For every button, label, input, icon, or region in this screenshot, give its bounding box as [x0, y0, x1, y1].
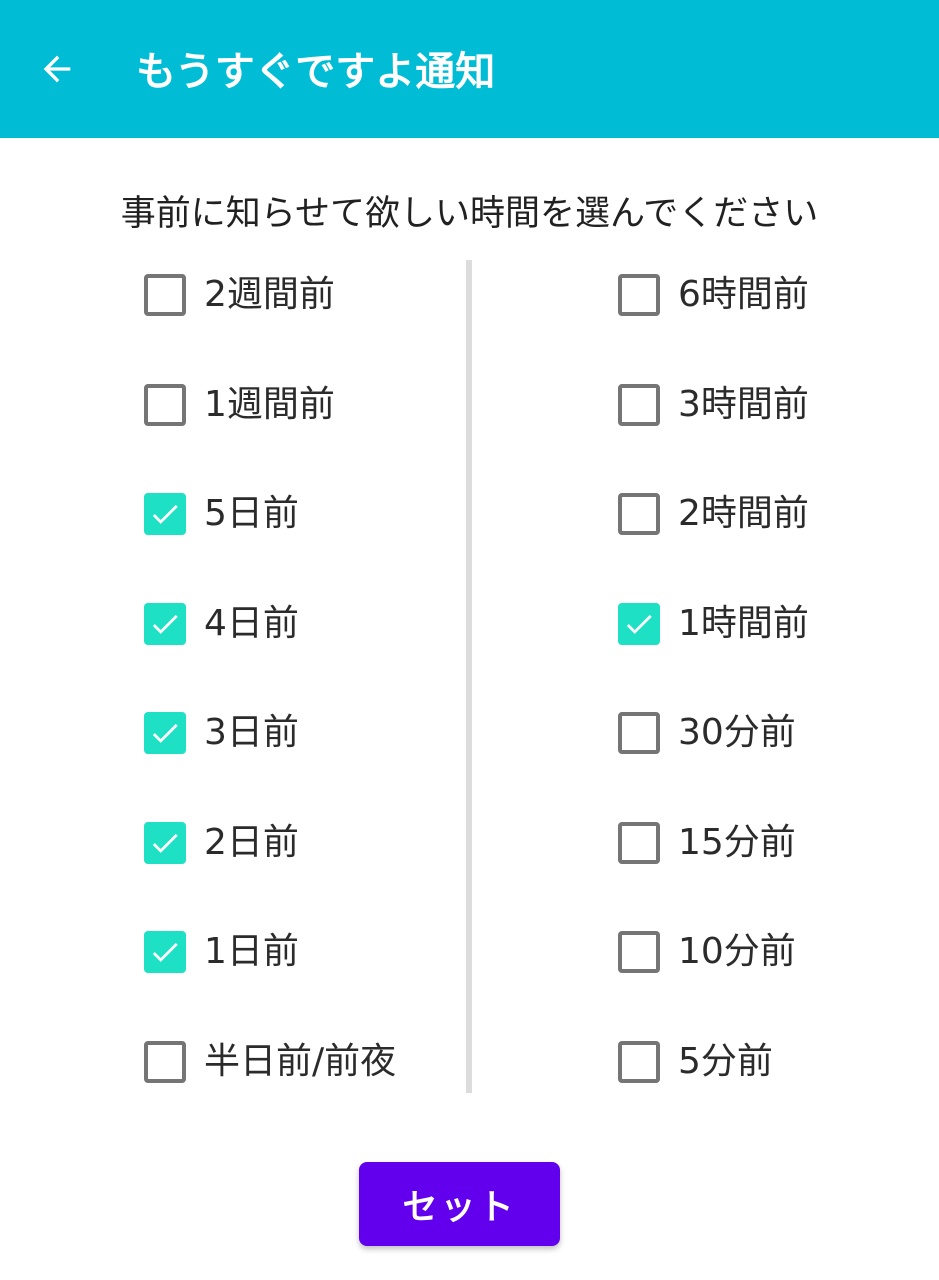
checkbox-unchecked[interactable]: [144, 274, 186, 316]
checkbox-unchecked[interactable]: [618, 383, 660, 426]
option-label: 1日前: [204, 931, 299, 972]
check-icon: [626, 614, 652, 634]
column-divider: [466, 260, 472, 1093]
option-label: 2時間前: [678, 493, 809, 534]
checkbox-unchecked[interactable]: [618, 493, 660, 535]
option-label: 1時間前: [678, 602, 809, 644]
option-label: 1週間前: [204, 383, 335, 425]
option-checkbox-row[interactable]: 3時間前: [618, 350, 809, 460]
checkbox-checked[interactable]: [618, 602, 660, 645]
option-checkbox-row[interactable]: 15分前: [618, 788, 796, 898]
option-checkbox-row[interactable]: 3日前: [144, 678, 299, 788]
checkbox-unchecked[interactable]: [144, 383, 186, 426]
option-label: 3時間前: [678, 383, 809, 425]
option-label: 2日前: [204, 821, 299, 863]
option-label: 10分前: [678, 931, 796, 972]
page-title: もうすぐですよ通知: [136, 49, 496, 95]
option-label: 3日前: [204, 712, 299, 753]
checkbox-checked[interactable]: [144, 602, 186, 645]
option-label: 半日前/前夜: [204, 1040, 397, 1082]
checkbox-unchecked[interactable]: [618, 712, 660, 754]
checkbox-unchecked[interactable]: [144, 1040, 186, 1083]
option-label: 2週間前: [204, 274, 335, 315]
option-checkbox-row[interactable]: 6時間前: [618, 240, 809, 350]
option-checkbox-row[interactable]: 1週間前: [144, 350, 335, 460]
checkbox-unchecked[interactable]: [618, 274, 660, 316]
option-checkbox-row[interactable]: 5日前: [144, 459, 299, 569]
checkbox-unchecked[interactable]: [618, 821, 660, 864]
option-checkbox-row[interactable]: 4日前: [144, 569, 299, 679]
option-checkbox-row[interactable]: 2時間前: [618, 459, 809, 569]
checkbox-checked[interactable]: [144, 493, 186, 535]
option-checkbox-row[interactable]: 1日前: [144, 897, 299, 1007]
option-checkbox-row[interactable]: 2日前: [144, 788, 299, 898]
check-icon: [152, 942, 178, 962]
option-label: 5分前: [678, 1040, 773, 1082]
check-icon: [152, 614, 178, 634]
option-label: 6時間前: [678, 274, 809, 315]
option-label: 5日前: [204, 493, 299, 534]
arrow-left-icon: [43, 55, 71, 83]
checkbox-checked[interactable]: [144, 712, 186, 754]
instruction-text: 事前に知らせて欲しい時間を選んでください: [120, 194, 819, 234]
option-checkbox-row[interactable]: 半日前/前夜: [144, 1007, 396, 1117]
option-label: 4日前: [204, 602, 299, 644]
option-checkbox-row[interactable]: 2週間前: [144, 240, 335, 350]
option-checkbox-row[interactable]: 10分前: [618, 897, 796, 1007]
checkbox-checked[interactable]: [144, 931, 186, 973]
set-button[interactable]: セット: [359, 1162, 560, 1246]
back-button[interactable]: [28, 40, 86, 98]
option-checkbox-row[interactable]: 5分前: [618, 1007, 773, 1117]
option-checkbox-row[interactable]: 1時間前: [618, 569, 809, 679]
checkbox-unchecked[interactable]: [618, 931, 660, 973]
option-label: 15分前: [678, 821, 796, 863]
app-bar: もうすぐですよ通知: [0, 0, 939, 138]
check-icon: [152, 833, 178, 853]
option-checkbox-row[interactable]: 30分前: [618, 678, 796, 788]
option-label: 30分前: [678, 712, 796, 753]
checkbox-unchecked[interactable]: [618, 1040, 660, 1083]
check-icon: [152, 504, 178, 524]
check-icon: [152, 723, 178, 743]
checkbox-checked[interactable]: [144, 821, 186, 864]
